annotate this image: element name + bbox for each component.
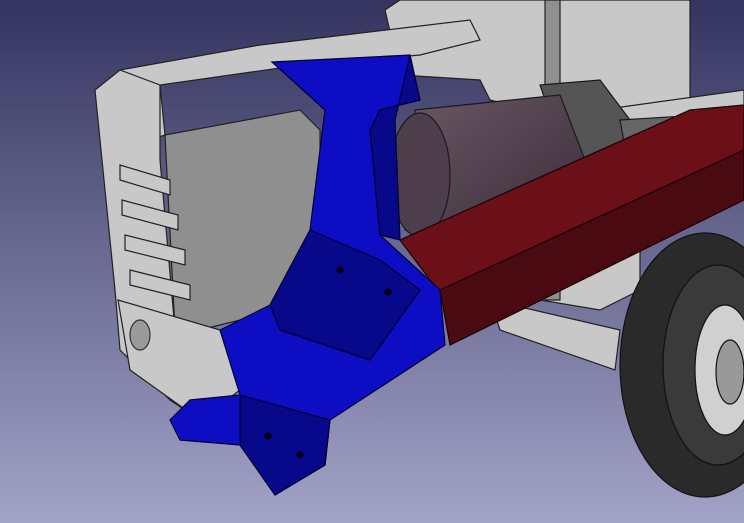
scene[interactable] <box>0 0 744 523</box>
3d-viewport[interactable] <box>0 0 744 523</box>
